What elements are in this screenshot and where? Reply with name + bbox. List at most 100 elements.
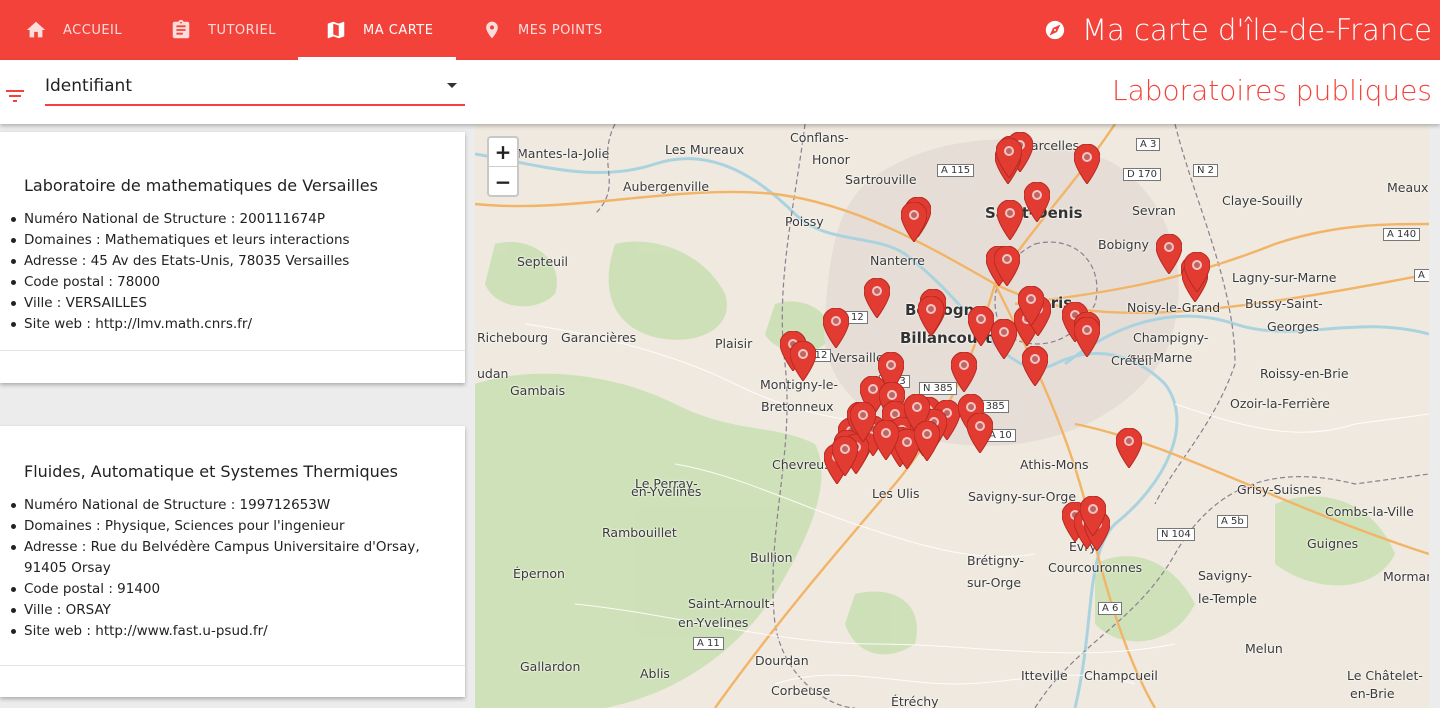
map-place-label: Lagny-sur-Marne [1232, 270, 1337, 285]
map-marker-pin-icon[interactable] [951, 352, 977, 392]
map-place-label: Épernon [513, 566, 565, 581]
sort-field-select-value: Identifiant [45, 76, 132, 96]
tab-accueil-label: ACCUEIL [63, 22, 123, 38]
lab-card-detail: Site web : http://lmv.math.cnrs.fr/ [11, 314, 454, 335]
map-marker-pin-icon[interactable] [1018, 286, 1044, 326]
map-marker-pin-icon[interactable] [790, 341, 816, 381]
zoom-control: + − [487, 136, 519, 197]
map-place-label: Étréchy [891, 694, 939, 708]
map-marker-pin-icon[interactable] [1022, 346, 1048, 386]
tab-mes-points[interactable]: MES POINTS [482, 0, 603, 60]
map-place-label: Bretonneux [761, 399, 834, 414]
lab-card-detail: Numéro National de Structure : 199712653… [11, 495, 454, 516]
map-place-label: Meaux [1387, 180, 1429, 195]
map-marker-pin-icon[interactable] [832, 436, 858, 476]
map-place-label: le-Temple [1198, 591, 1258, 606]
map-place-label: Gambais [510, 383, 566, 398]
map-marker-pin-icon[interactable] [1074, 317, 1100, 357]
map-marker-pin-icon[interactable] [996, 138, 1022, 178]
map-place-label: Guignes [1307, 536, 1359, 551]
results-list[interactable]: Laboratoire de mathematiques de Versaill… [0, 124, 475, 708]
lab-card-title: Fluides, Automatique et Systemes Thermiq… [24, 462, 398, 481]
map-place-label: en-Yvelines [678, 615, 749, 630]
map-place-label: Itteville [1021, 668, 1068, 683]
map-marker-pin-icon[interactable] [823, 308, 849, 348]
map-place-label: Créteil [1111, 353, 1152, 368]
map-view[interactable]: + − Conflans- Honor Mantes-la-Jolie Les Mur… [475, 124, 1429, 708]
lab-card-detail: Numéro National de Structure : 200111674… [11, 209, 454, 230]
app-title: Ma carte d'île-de-France [1044, 0, 1432, 60]
map-marker-pin-icon[interactable] [1080, 496, 1106, 536]
compass-icon [1045, 20, 1065, 40]
lab-card-detail: Domaines : Physique, Sciences pour l'ing… [11, 516, 454, 537]
road-shield: D 170 [1123, 168, 1161, 181]
lab-card[interactable]: Fluides, Automatique et Systemes Thermiq… [0, 426, 465, 697]
map-place-label: Brétigny- [967, 553, 1025, 568]
lab-card-detail: Ville : ORSAY [11, 600, 454, 621]
lab-card-detail: Code postal : 91400 [11, 579, 454, 600]
map-place-label: Les Mureaux [665, 142, 745, 157]
map-place-label: Septeuil [517, 254, 569, 269]
map-place-label: Sevran [1132, 203, 1176, 218]
map-place-label: Plaisir [715, 336, 753, 351]
lab-card-detail: Domaines : Mathematiques et leurs intera… [11, 230, 454, 251]
map-marker-pin-icon[interactable] [1116, 428, 1142, 468]
map-place-label: Bussy-Saint- [1245, 296, 1323, 311]
road-shield: N 104 [1157, 528, 1195, 541]
lab-card-detail: Adresse : Rue du Belvédère Campus Univer… [11, 537, 454, 579]
map-place-label: Poissy [785, 214, 824, 229]
map-marker-pin-icon[interactable] [850, 402, 876, 442]
map-place-label: Aubergenville [623, 179, 710, 194]
map-marker-pin-icon[interactable] [918, 296, 944, 336]
map-place-label: Champigny- [1133, 330, 1209, 345]
map-marker-pin-icon[interactable] [994, 246, 1020, 286]
map-marker-pin-icon[interactable] [901, 202, 927, 242]
map-place-label: Sartrouville [845, 172, 917, 187]
sort-field-select[interactable]: Identifiant [45, 68, 465, 106]
tab-tutoriel[interactable]: TUTORIEL [170, 0, 276, 60]
zoom-out-button[interactable]: − [489, 167, 517, 196]
map-place-label: Les Ulis [872, 486, 920, 501]
filter-toolbar: Identifiant Laboratoires publiques [0, 60, 1440, 124]
map-place-label: Saint-Arnoult- [688, 596, 774, 611]
top-navigation-bar: ACCUEIL TUTORIEL MA CARTE MES POINTS Ma … [0, 0, 1440, 60]
map-place-label: Mormant [1383, 569, 1429, 584]
map-marker-pin-icon[interactable] [1074, 144, 1100, 184]
card-divider [0, 350, 465, 351]
map-marker-pin-icon[interactable] [864, 278, 890, 318]
map-place-label: Savigny-sur-Orge [968, 489, 1077, 504]
map-place-label: Combs-la-Ville [1325, 504, 1414, 519]
map-marker-pin-icon[interactable] [914, 421, 940, 461]
map-place-label: Nanterre [870, 253, 925, 268]
map-place-label: sur-Orge [967, 575, 1022, 590]
map-place-label: Garancières [561, 330, 637, 345]
map-marker-pin-icon[interactable] [997, 200, 1023, 240]
road-shield: A 3 [1136, 138, 1161, 151]
map-marker-pin-icon[interactable] [967, 413, 993, 453]
map-place-label: Roissy-en-Brie [1260, 366, 1349, 381]
map-place-label: en-Brie [1350, 686, 1395, 701]
map-marker-pin-icon[interactable] [873, 420, 899, 460]
map-place-label: Mantes-la-Jolie [517, 146, 610, 161]
map-icon [327, 21, 345, 39]
map-place-label: Corbeuse [771, 683, 831, 698]
zoom-in-button[interactable]: + [489, 138, 517, 167]
map-place-label: Conflans- [790, 130, 849, 145]
lab-card-detail: Site web : http://www.fast.u-psud.fr/ [11, 621, 454, 642]
road-shield: N 2 [1193, 164, 1219, 177]
tab-ma-carte[interactable]: MA CARTE [325, 0, 433, 60]
tab-tutoriel-label: TUTORIEL [208, 22, 276, 38]
map-place-label: Dourdan [755, 653, 809, 668]
map-place-label: Bobigny [1098, 237, 1149, 252]
section-title: Laboratoires publiques [1111, 74, 1432, 107]
map-marker-pin-icon[interactable] [1024, 182, 1050, 222]
filter-icon[interactable] [3, 84, 27, 108]
map-place-label: Le Châtelet- [1347, 668, 1423, 683]
lab-card[interactable]: Laboratoire de mathematiques de Versaill… [0, 132, 465, 383]
map-place-label: Georges [1267, 319, 1320, 334]
map-marker-pin-icon[interactable] [1184, 252, 1210, 292]
map-marker-pin-icon[interactable] [1156, 234, 1182, 274]
map-place-label: Grisy-Suisnes [1237, 482, 1322, 497]
card-divider [0, 665, 465, 666]
tab-accueil[interactable]: ACCUEIL [25, 0, 122, 60]
